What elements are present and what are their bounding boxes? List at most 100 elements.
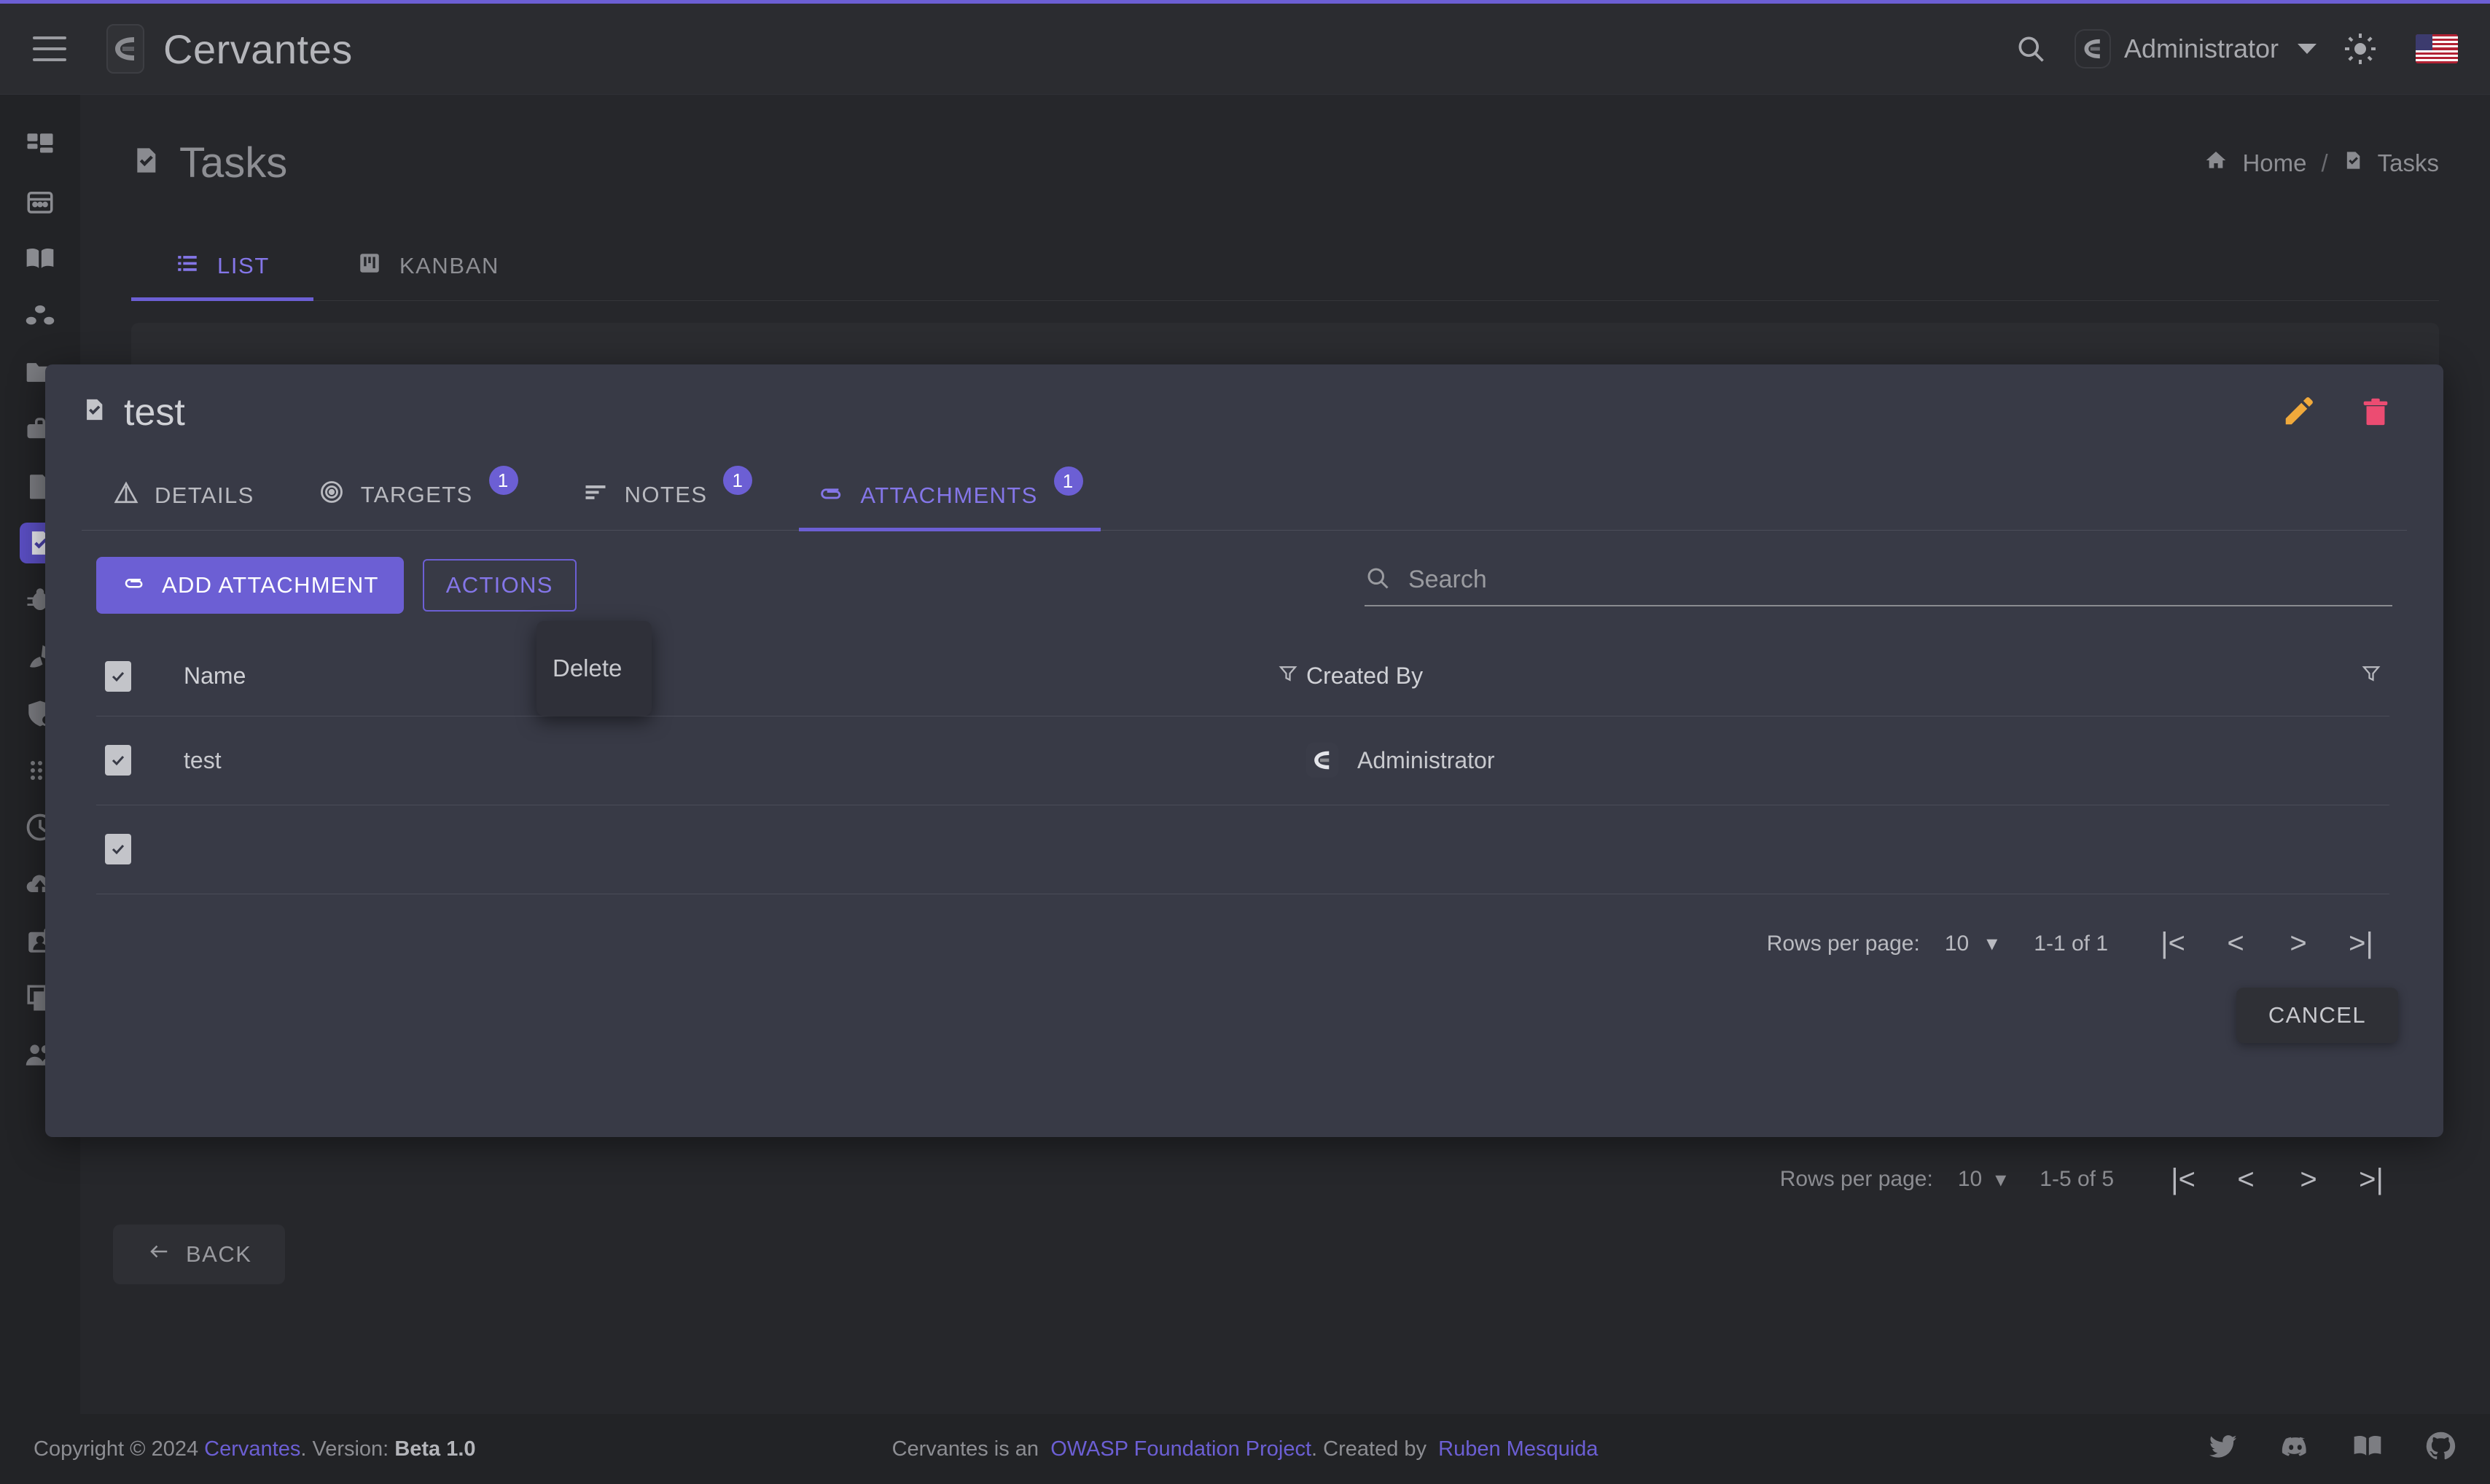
dropdown-item-delete[interactable]: Delete — [536, 655, 638, 682]
warning-triangle-icon — [114, 480, 138, 511]
app-header: Cervantes Administrator — [0, 4, 2490, 95]
actions-dropdown-menu: Delete — [536, 621, 652, 716]
discord-icon[interactable] — [2280, 1431, 2311, 1467]
row-checkbox[interactable] — [105, 834, 131, 864]
github-icon[interactable] — [2424, 1430, 2456, 1468]
twitter-icon[interactable] — [2209, 1431, 2239, 1467]
tab-kanban[interactable]: KANBAN — [313, 231, 543, 300]
task-icon — [2343, 148, 2363, 179]
tab-list[interactable]: LIST — [131, 231, 313, 301]
last-page-button[interactable]: >| — [2330, 916, 2392, 972]
pagination-range: 1-1 of 1 — [2034, 931, 2108, 956]
breadcrumb-home[interactable]: Home — [2242, 149, 2306, 177]
filter-icon[interactable] — [2360, 663, 2382, 690]
avatar — [2074, 29, 2111, 69]
row-checkbox[interactable] — [105, 745, 131, 776]
search-icon — [1365, 565, 1391, 595]
sidebar-item-organizations[interactable] — [0, 287, 80, 344]
book-icon[interactable] — [2352, 1430, 2384, 1468]
bg-next-page-button[interactable]: > — [2277, 1152, 2340, 1207]
prev-page-button[interactable]: < — [2204, 916, 2267, 972]
cell-name — [184, 805, 1117, 894]
rows-per-page-label: Rows per page: — [1766, 931, 1920, 956]
bg-range: 1-5 of 5 — [2040, 1167, 2114, 1191]
footer-brand-link[interactable]: Cervantes — [204, 1437, 300, 1461]
next-page-button[interactable]: > — [2267, 916, 2330, 972]
rows-per-page-select[interactable]: 10 ▾ — [1945, 931, 1997, 956]
back-button-label: BACK — [186, 1241, 252, 1267]
version-label: . Version: — [300, 1437, 389, 1461]
tab-notes[interactable]: NOTES 1 — [550, 466, 785, 530]
modal-actions — [2282, 394, 2407, 431]
user-menu[interactable]: Administrator — [2064, 29, 2327, 69]
modal-tabs: DETAILS TARGETS 1 NOTES 1 ATTACHMENTS 1 — [82, 450, 2407, 531]
bg-last-page-button[interactable]: >| — [2340, 1152, 2403, 1207]
sidebar-item-knowledge-base[interactable] — [0, 230, 80, 287]
column-header-created-by: Created By — [1306, 637, 2244, 716]
cancel-button[interactable]: CANCEL — [2236, 987, 2398, 1043]
header-actions: Administrator — [1997, 15, 2490, 82]
search-input[interactable] — [1408, 565, 2392, 594]
bg-first-page-button[interactable]: |< — [2152, 1152, 2214, 1207]
view-tabs: LIST KANBAN — [131, 231, 2439, 301]
chevron-down-icon: ▾ — [1986, 932, 1998, 956]
group-icon — [20, 295, 61, 336]
sun-icon[interactable] — [2327, 15, 2394, 82]
back-button[interactable]: BACK — [113, 1225, 286, 1284]
tab-details-label: DETAILS — [155, 483, 254, 508]
cell-spacer — [1117, 716, 1306, 805]
book-icon — [20, 238, 61, 279]
actions-button[interactable]: ACTIONS — [422, 559, 577, 612]
tab-targets-label: TARGETS — [360, 482, 473, 507]
version-value: Beta 1.0 — [394, 1437, 476, 1461]
breadcrumb-separator: / — [2321, 149, 2328, 176]
created-by-filter-cell — [2244, 637, 2389, 716]
pencil-icon[interactable] — [2282, 394, 2315, 431]
task-icon — [82, 391, 106, 434]
breadcrumb: Home / Tasks — [2204, 148, 2439, 179]
search-icon[interactable] — [1997, 15, 2064, 82]
chevron-down-icon[interactable]: ▾ — [1995, 1167, 2006, 1192]
cell-created-by: Administrator — [1306, 716, 2244, 805]
rows-per-page-value: 10 — [1944, 931, 1970, 956]
task-icon — [131, 138, 160, 187]
us-flag-icon[interactable] — [2416, 34, 2458, 63]
add-attachment-button[interactable]: ADD ATTACHMENT — [96, 557, 404, 614]
page-title: Tasks — [131, 138, 287, 187]
username-label: Administrator — [2123, 34, 2279, 63]
first-page-button[interactable]: |< — [2142, 916, 2204, 972]
table-row[interactable] — [96, 805, 2389, 894]
select-all-checkbox[interactable] — [105, 660, 131, 692]
tab-attachments[interactable]: ATTACHMENTS 1 — [784, 466, 1115, 531]
select-all-checkbox-cell — [96, 637, 184, 716]
owasp-link[interactable]: OWASP Foundation Project — [1050, 1437, 1311, 1461]
breadcrumb-current: Tasks — [2377, 149, 2439, 176]
footer-center-prefix: Cervantes is an — [891, 1437, 1039, 1461]
tab-targets[interactable]: TARGETS 1 — [286, 466, 550, 530]
brand-logo-icon[interactable] — [106, 24, 144, 74]
sidebar-item-dashboard[interactable] — [0, 117, 80, 173]
paperclip-icon — [121, 571, 146, 599]
table-row[interactable]: test Administrator — [96, 716, 2389, 805]
sidebar-item-calendar[interactable] — [0, 173, 80, 230]
created-by-value: Administrator — [1306, 743, 2244, 778]
trash-icon[interactable] — [2359, 394, 2392, 431]
cell-name: test — [184, 716, 1117, 805]
tab-details[interactable]: DETAILS — [82, 480, 286, 530]
modal-header: test — [45, 364, 2443, 434]
tab-notes-badge: 1 — [723, 466, 753, 495]
search-field[interactable] — [1365, 565, 2392, 606]
tab-targets-badge: 1 — [488, 466, 518, 495]
author-link[interactable]: Ruben Mesquida — [1438, 1437, 1598, 1461]
bg-rows-value[interactable]: 10 — [1958, 1167, 1982, 1192]
app-root: Cervantes Administrator Tasks Home / Tas… — [0, 0, 2490, 1484]
bg-prev-page-button[interactable]: < — [2214, 1152, 2277, 1207]
tab-attachments-badge: 1 — [1053, 466, 1083, 496]
add-attachment-label: ADD ATTACHMENT — [162, 572, 379, 598]
hamburger-icon[interactable] — [33, 36, 66, 61]
tab-kanban-label: KANBAN — [399, 252, 499, 278]
name-filter-cell — [1117, 637, 1306, 716]
filter-icon[interactable] — [1277, 663, 1299, 690]
calendar-icon — [20, 181, 61, 222]
chevron-down-icon — [2298, 44, 2317, 54]
